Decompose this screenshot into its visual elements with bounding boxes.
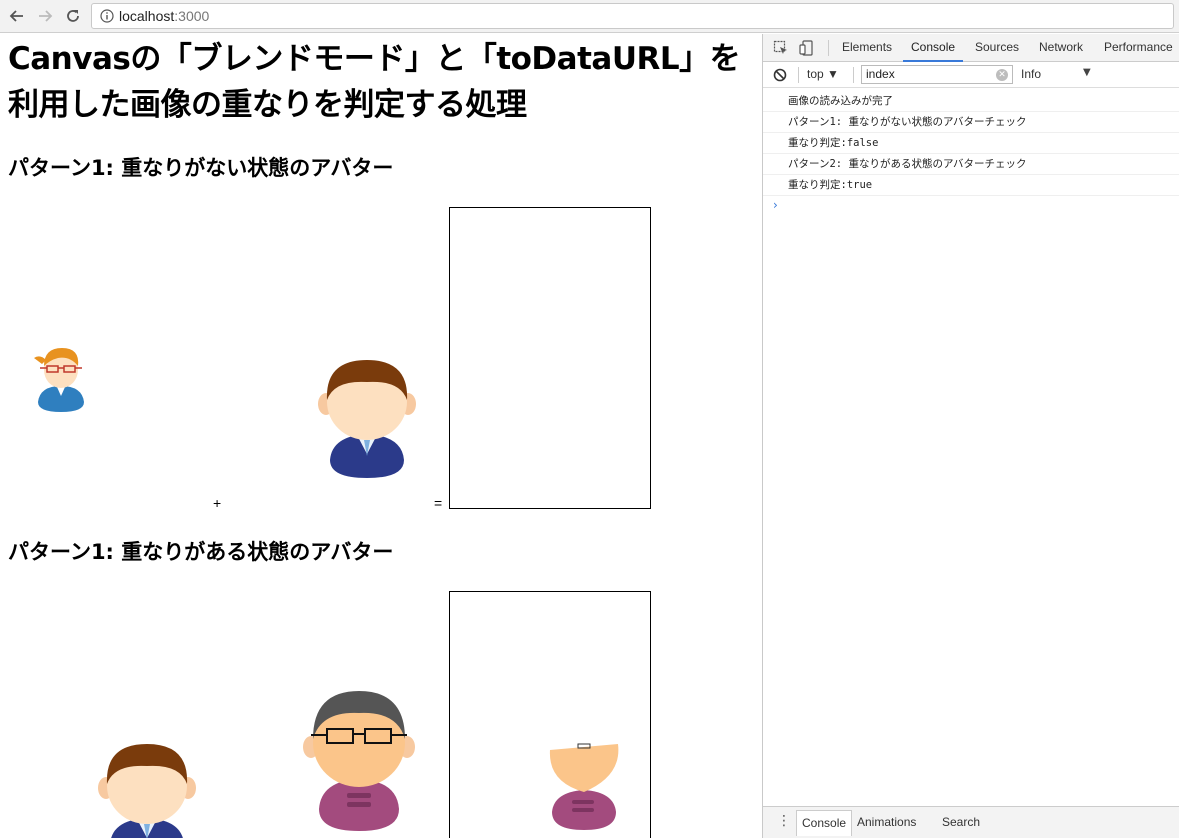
console-message: 重なり判定:true <box>763 175 1179 196</box>
avatar-small-glasses <box>34 348 84 412</box>
back-arrow-icon <box>9 10 23 22</box>
filter-divider <box>798 67 799 83</box>
avatar-businessman <box>318 360 416 478</box>
drawer-tab-console[interactable]: Console <box>796 810 853 836</box>
console-message: パターン1: 重なりがない状態のアバターチェック <box>763 112 1179 133</box>
forward-button[interactable] <box>35 6 55 26</box>
context-selector[interactable]: top ▼ <box>807 67 839 81</box>
tab-network[interactable]: Network <box>1039 34 1083 62</box>
console-filter-bar: top ▼ index ✕ Info ▼ <box>763 62 1179 88</box>
page-content: Canvasの「ブレンドモード」と「toDataURL」を利用した画像の重なりを… <box>0 34 762 838</box>
forward-arrow-icon <box>39 10 53 22</box>
avatar-glasses-man <box>303 691 415 831</box>
reload-icon <box>67 10 79 22</box>
address-bar[interactable]: localhost:3000 <box>91 3 1174 29</box>
drawer-tab-animations[interactable]: Animations <box>852 810 921 836</box>
inspect-element-icon[interactable] <box>773 40 789 56</box>
log-level-selector[interactable]: Info <box>1021 67 1041 81</box>
devtools-drawer: ⋮ Console Animations Search <box>763 806 1179 838</box>
url-port: :3000 <box>174 8 210 24</box>
tab-elements[interactable]: Elements <box>842 34 892 62</box>
url-text: localhost:3000 <box>119 8 209 24</box>
drawer-tab-search[interactable]: Search <box>937 810 985 836</box>
result-canvas-pattern1 <box>449 207 651 509</box>
clear-console-icon[interactable] <box>773 68 787 82</box>
tab-sources[interactable]: Sources <box>975 34 1019 62</box>
console-message: パターン2: 重なりがある状態のアバターチェック <box>763 154 1179 175</box>
device-toolbar-icon[interactable] <box>799 40 815 56</box>
url-host: localhost <box>119 8 175 24</box>
plus-operator: + <box>213 495 222 511</box>
tab-performance[interactable]: Performance <box>1104 34 1173 62</box>
page-title: Canvasの「ブレンドモード」と「toDataURL」を利用した画像の重なりを… <box>8 41 741 123</box>
console-log: 画像の読み込みが完了 パターン1: 重なりがない状態のアバターチェック 重なり判… <box>763 91 1179 214</box>
back-button[interactable] <box>7 6 27 26</box>
context-value: top <box>807 67 824 81</box>
log-level-caret-icon[interactable]: ▼ <box>1083 67 1091 78</box>
devtools-panel: Elements Console Sources Network Perform… <box>762 34 1179 838</box>
section-heading-pattern1-no-overlap: パターン1: 重なりがない状態のアバター <box>8 156 394 180</box>
result-canvas-pattern2 <box>449 591 651 838</box>
avatar-businessman-2 <box>98 744 196 838</box>
filter-divider-2 <box>853 67 854 83</box>
console-message: 重なり判定:false <box>763 133 1179 154</box>
info-icon[interactable] <box>100 9 114 23</box>
console-prompt-icon[interactable]: › <box>763 196 1179 214</box>
devtools-tabbar: Elements Console Sources Network Perform… <box>763 34 1179 62</box>
section-heading-pattern2-overlap: パターン1: 重なりがある状態のアバター <box>8 540 394 564</box>
context-caret-icon: ▼ <box>827 67 839 81</box>
browser-toolbar: localhost:3000 <box>0 0 1179 33</box>
tab-console[interactable]: Console <box>903 34 964 62</box>
overlap-result-image <box>549 743 619 830</box>
toolbar-divider <box>828 40 829 56</box>
console-filter-input[interactable]: index <box>861 65 1013 84</box>
reload-button[interactable] <box>63 6 83 26</box>
console-message: 画像の読み込みが完了 <box>763 91 1179 112</box>
equals-operator: = <box>434 495 443 511</box>
drawer-menu-icon[interactable]: ⋮ <box>777 814 791 828</box>
clear-filter-icon[interactable]: ✕ <box>996 69 1008 81</box>
